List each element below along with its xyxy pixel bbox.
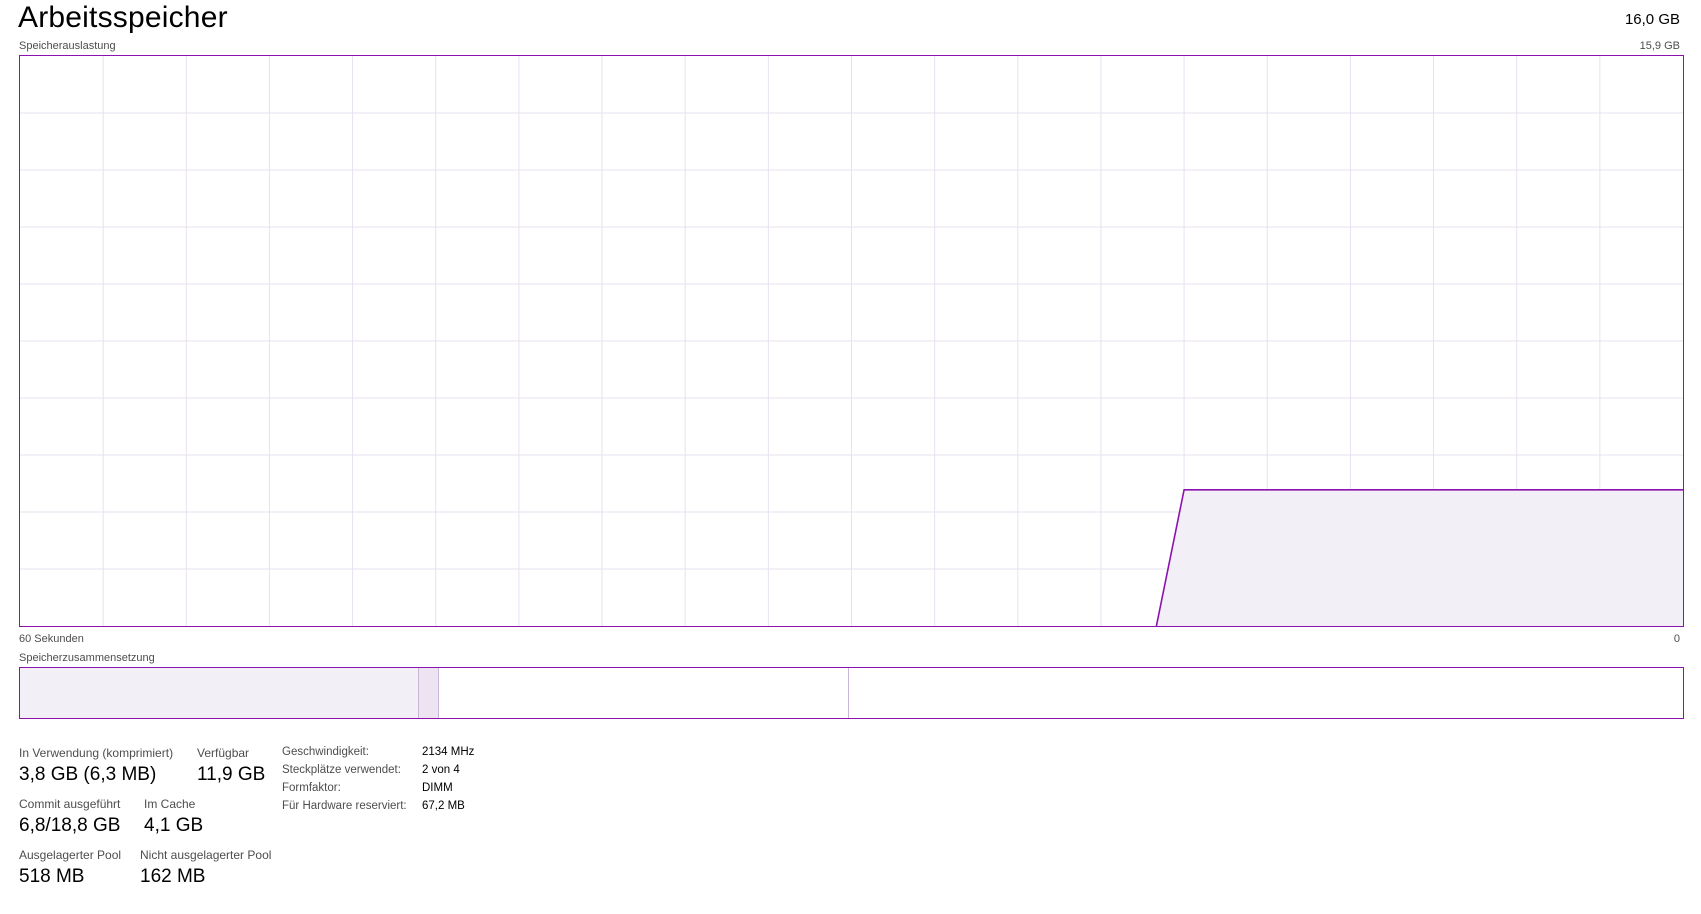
composition-standby-segment[interactable]: [439, 668, 849, 718]
memory-composition-bar[interactable]: [19, 667, 1684, 719]
committed-value: 6,8/18,8 GB: [19, 815, 121, 836]
nonpaged-pool-label: Nicht ausgelagerter Pool: [140, 848, 272, 862]
composition-free-segment[interactable]: [849, 668, 1683, 718]
usage-graph-max-label: 15,9 GB: [1639, 40, 1680, 52]
composition-modified-segment[interactable]: [419, 668, 439, 718]
available-value: 11,9 GB: [197, 764, 266, 785]
memory-performance-panel: Arbeitsspeicher 16,0 GB Speicherauslastu…: [0, 0, 1701, 914]
page-title: Arbeitsspeicher: [18, 1, 228, 34]
committed-label: Commit ausgeführt: [19, 797, 121, 811]
usage-graph-label: Speicherauslastung: [19, 40, 116, 52]
memory-usage-area: [1156, 489, 1683, 626]
graph-time-right-label: 0: [1673, 633, 1680, 645]
in-use-value: 3,8 GB (6,3 MB): [19, 764, 157, 785]
paged-pool-value: 518 MB: [19, 866, 85, 887]
hardware-reserved-value: 67,2 MB: [422, 800, 465, 812]
memory-capacity: 16,0 GB: [1624, 11, 1680, 28]
speed-label: Geschwindigkeit:: [282, 746, 369, 758]
paged-pool-label: Ausgelagerter Pool: [19, 848, 122, 862]
form-factor-label: Formfaktor:: [282, 782, 341, 794]
composition-label: Speicherzusammensetzung: [19, 652, 155, 664]
nonpaged-pool-value: 162 MB: [140, 866, 206, 887]
composition-in-use-segment[interactable]: [20, 668, 419, 718]
slots-used-label: Steckplätze verwendet:: [282, 764, 401, 776]
memory-usage-chart: [20, 56, 1683, 626]
cached-value: 4,1 GB: [144, 815, 204, 836]
hardware-reserved-label: Für Hardware reserviert:: [282, 800, 407, 812]
slots-used-value: 2 von 4: [422, 764, 460, 776]
cached-label: Im Cache: [144, 797, 196, 811]
graph-time-left-label: 60 Sekunden: [19, 633, 84, 645]
in-use-label: In Verwendung (komprimiert): [19, 746, 174, 760]
memory-usage-graph: [19, 55, 1684, 627]
form-factor-value: DIMM: [422, 782, 453, 794]
speed-value: 2134 MHz: [422, 746, 475, 758]
available-label: Verfügbar: [197, 746, 250, 760]
